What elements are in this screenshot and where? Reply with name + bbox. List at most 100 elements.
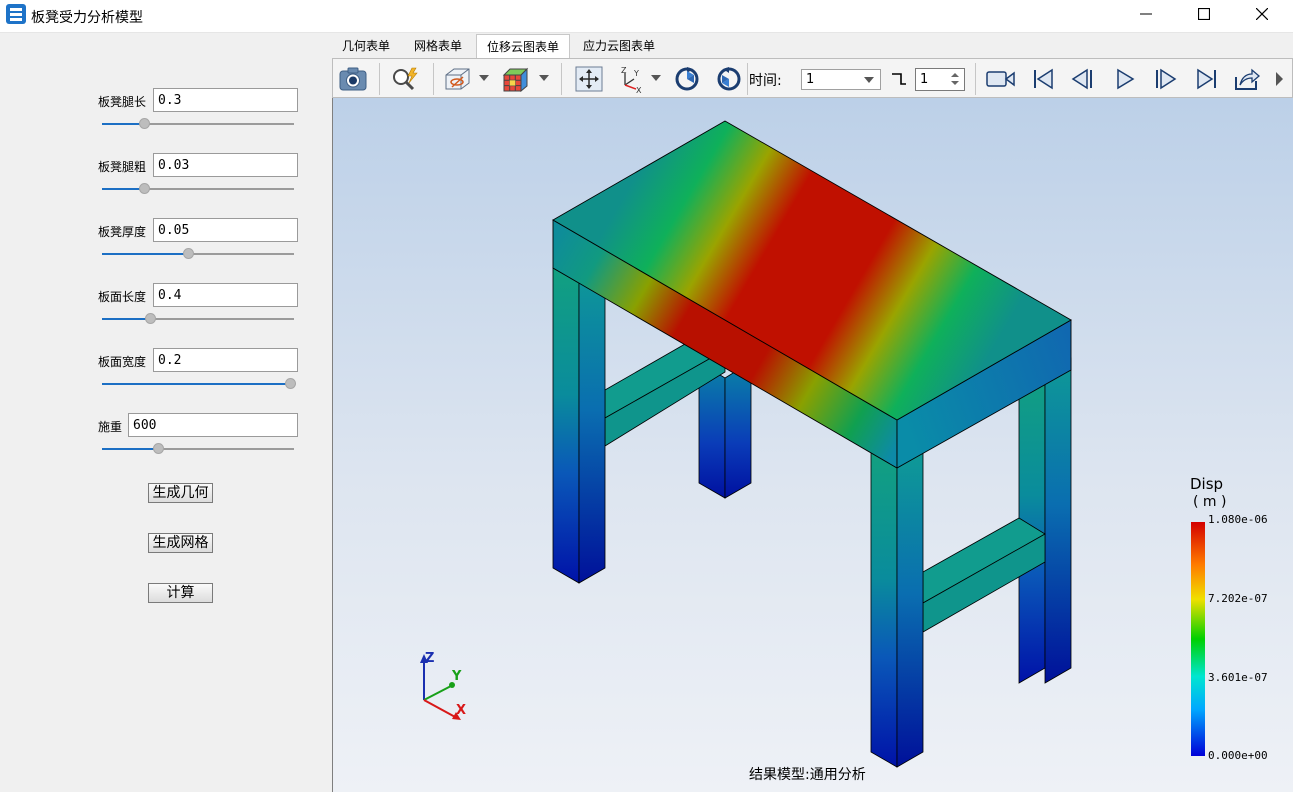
prev-frame-button[interactable] — [1067, 64, 1099, 94]
tab-bar: 几何表单 网格表单 位移云图表单 应力云图表单 — [332, 34, 1293, 58]
step-value: 1 — [920, 72, 929, 87]
tab-displacement-contour[interactable]: 位移云图表单 — [476, 34, 570, 58]
leg-length-slider[interactable] — [102, 118, 294, 130]
display-style-button[interactable] — [441, 64, 473, 94]
close-button[interactable] — [1233, 0, 1291, 28]
bench-model: Z Y X Disp ( m ) — [420, 120, 1226, 768]
screenshot-button[interactable] — [337, 64, 369, 94]
zoom-button[interactable] — [389, 64, 421, 94]
app-window: 板凳受力分析模型 板凳腿长 0.3 板凳腿粗 0.03 板凳厚度 0.05 板面… — [0, 0, 1293, 792]
bench-thickness-input[interactable]: 0.05 — [153, 218, 298, 242]
legend-colorbar — [1191, 522, 1205, 756]
tab-stress-contour[interactable]: 应力云图表单 — [572, 34, 666, 58]
tab-geometry[interactable]: 几何表单 — [332, 34, 400, 58]
axis-triad: Z Y X — [420, 651, 466, 720]
load-input[interactable]: 600 — [128, 413, 298, 437]
display-style-dropdown-icon[interactable] — [479, 75, 489, 81]
display-style-icon — [445, 68, 470, 90]
board-length-slider[interactable] — [102, 313, 294, 325]
more-icon — [1276, 72, 1283, 86]
legend-title: Disp — [1190, 475, 1223, 493]
last-frame-button[interactable] — [1191, 64, 1223, 94]
back-right-leg — [1018, 357, 1072, 684]
rotate-right-button[interactable] — [713, 64, 745, 94]
rotate-left-button[interactable] — [671, 64, 703, 94]
step-icon — [892, 73, 906, 85]
bench-thickness-slider[interactable] — [102, 248, 294, 260]
more-button[interactable] — [1269, 64, 1289, 94]
leg-thickness-input[interactable]: 0.03 — [153, 153, 298, 177]
board-length-label: 板面长度 — [98, 290, 147, 304]
last-frame-icon — [1197, 68, 1216, 90]
next-frame-button[interactable] — [1149, 64, 1181, 94]
fit-view-icon — [575, 66, 603, 92]
z-axis-label: Z — [425, 651, 434, 666]
board-width-label: 板面宽度 — [98, 355, 147, 369]
legend-unit: ( m ) — [1193, 494, 1226, 510]
result-model-label: 结果模型:通用分析 — [749, 767, 866, 783]
app-icon — [6, 4, 26, 24]
bench-thickness-label: 板凳厚度 — [98, 225, 147, 239]
3d-viewport[interactable]: Z Y X Disp ( m ) 1.080e-06 7.202e-07 3.6… — [332, 98, 1293, 792]
legend-tick-3: 3.601e-07 — [1208, 671, 1268, 684]
leg-thickness-slider[interactable] — [102, 183, 294, 195]
camera-icon — [339, 67, 367, 91]
maximize-button[interactable] — [1175, 0, 1233, 28]
svg-text:Y: Y — [633, 69, 639, 78]
export-button[interactable] — [1231, 64, 1263, 94]
x-axis-label: X — [456, 703, 466, 718]
record-icon — [986, 71, 1015, 87]
load-label: 施重 — [98, 420, 123, 434]
time-label: 时间: — [749, 73, 782, 89]
time-select[interactable]: 1 — [801, 69, 881, 90]
window-title: 板凳受力分析模型 — [31, 10, 143, 26]
board-width-slider[interactable] — [102, 378, 297, 390]
tab-mesh[interactable]: 网格表单 — [402, 34, 474, 58]
leg-length-label: 板凳腿长 — [98, 95, 147, 109]
leg-thickness-label: 板凳腿粗 — [98, 160, 147, 174]
title-bar: 板凳受力分析模型 — [0, 0, 1293, 33]
load-slider[interactable] — [102, 443, 294, 455]
y-axis-label: Y — [451, 669, 462, 684]
step-spinbox[interactable]: 1 — [915, 68, 965, 91]
svg-text:X: X — [636, 86, 642, 93]
rotate-left-icon — [675, 67, 699, 91]
prev-frame-icon — [1071, 68, 1092, 90]
toolbar: Z Y X 时间: 1 1 — [332, 58, 1293, 98]
record-button[interactable] — [985, 64, 1017, 94]
generate-mesh-button[interactable]: 生成网格 — [148, 533, 213, 553]
play-icon — [1117, 68, 1135, 90]
maximize-icon — [1198, 8, 1210, 20]
colormap-dropdown-icon[interactable] — [539, 75, 549, 81]
zoom-icon — [393, 67, 418, 91]
spin-arrows-icon[interactable] — [951, 72, 959, 86]
legend-tick-max: 1.080e-06 — [1208, 513, 1268, 526]
front-right-leg — [870, 451, 924, 768]
export-icon — [1235, 68, 1260, 90]
axes-dropdown-icon[interactable] — [651, 75, 661, 81]
first-frame-button[interactable] — [1027, 64, 1059, 94]
close-icon — [1256, 8, 1268, 20]
time-select-value: 1 — [806, 72, 815, 87]
minimize-icon — [1140, 13, 1152, 15]
leg-length-input[interactable]: 0.3 — [153, 88, 298, 112]
front-left-leg — [552, 267, 606, 584]
board-width-input[interactable]: 0.2 — [153, 348, 298, 372]
next-frame-icon — [1156, 68, 1177, 90]
colormap-button[interactable] — [499, 64, 531, 94]
play-button[interactable] — [1109, 64, 1141, 94]
chevron-down-icon — [864, 77, 874, 83]
colormap-icon — [502, 67, 529, 92]
svg-text:Z: Z — [621, 66, 627, 75]
axes-orientation-button[interactable]: Z Y X — [615, 64, 647, 94]
legend-tick-2: 7.202e-07 — [1208, 592, 1268, 605]
compute-button[interactable]: 计算 — [148, 583, 213, 603]
minimize-button[interactable] — [1117, 0, 1175, 28]
rotate-right-icon — [717, 67, 741, 91]
board-length-input[interactable]: 0.4 — [153, 283, 298, 307]
first-frame-icon — [1034, 68, 1053, 90]
axes-orientation-icon: Z Y X — [621, 66, 642, 93]
generate-geometry-button[interactable]: 生成几何 — [148, 483, 213, 503]
fit-view-button[interactable] — [573, 64, 605, 94]
legend-tick-min: 0.000e+00 — [1208, 749, 1268, 762]
